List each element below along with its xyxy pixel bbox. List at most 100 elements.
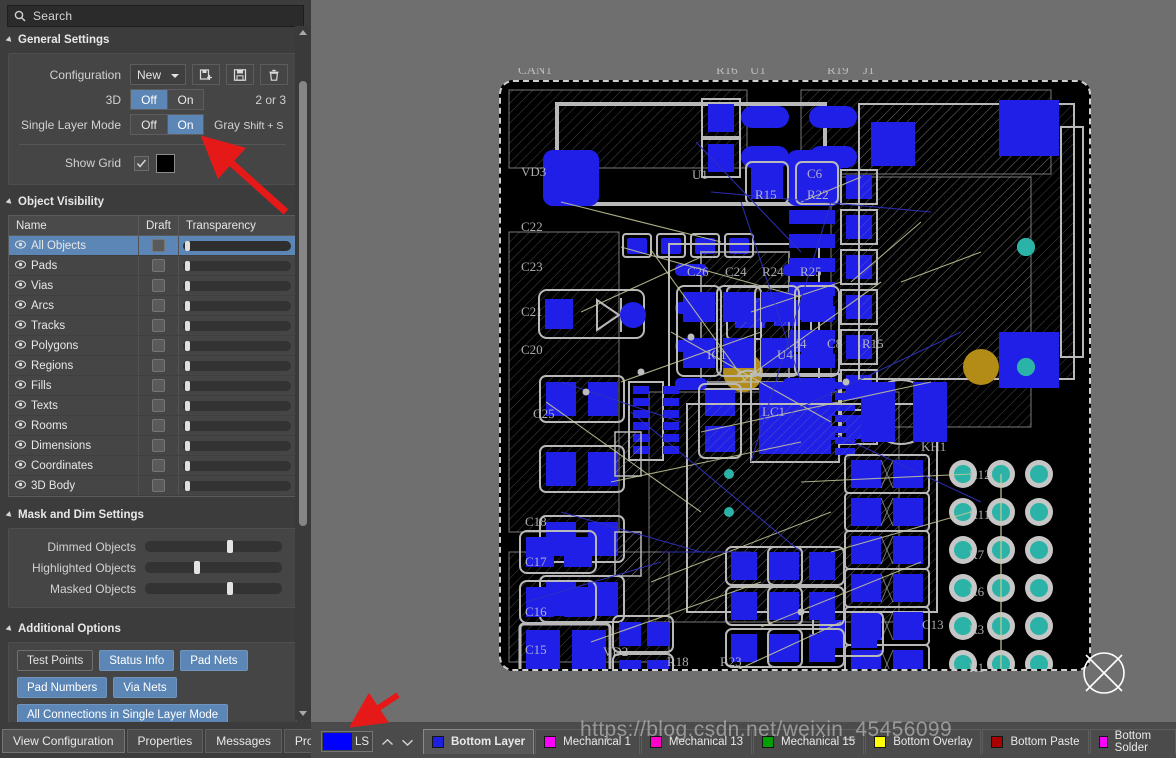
section-header-additional-options[interactable]: Additional Options (0, 620, 311, 638)
single-layer-mode-off-option[interactable]: Off (130, 114, 167, 135)
pcb-canvas[interactable]: CAN1 R16 U1 R19 J1 VD3 U1 R15 R22 C6 C22 C23 C21 C20 C… (311, 0, 1176, 722)
draft-cell[interactable] (139, 316, 179, 335)
3d-on-option[interactable]: On (167, 89, 204, 110)
layer-tab-mechanical-15[interactable]: Mechanical 15 (753, 729, 865, 754)
draft-checkbox[interactable] (152, 359, 165, 372)
section-header-general-settings[interactable]: General Settings (0, 31, 311, 49)
slider-knob[interactable] (185, 360, 190, 371)
table-row[interactable]: Coordinates (9, 456, 296, 476)
slider-knob[interactable] (227, 540, 234, 553)
mask-dim-slider[interactable] (145, 540, 282, 553)
eye-icon[interactable] (15, 259, 26, 272)
table-row[interactable]: Rooms (9, 416, 296, 436)
slider-knob[interactable] (185, 400, 190, 411)
delete-button[interactable] (260, 64, 288, 85)
panel-tab-view-configuration[interactable]: View Configuration (2, 729, 125, 753)
transparency-cell[interactable] (179, 476, 296, 495)
draft-checkbox[interactable] (152, 459, 165, 472)
draft-cell[interactable] (139, 356, 179, 375)
scrollbar-thumb[interactable] (299, 81, 307, 526)
draft-cell[interactable] (139, 476, 179, 495)
transparency-slider[interactable] (183, 320, 291, 331)
transparency-cell[interactable] (179, 276, 296, 295)
grid-color-swatch[interactable] (156, 153, 175, 173)
option-chip[interactable]: Status Info (99, 650, 175, 671)
show-grid-checkbox[interactable] (134, 155, 149, 171)
transparency-slider[interactable] (183, 380, 291, 391)
draft-cell[interactable] (139, 236, 179, 255)
draft-checkbox[interactable] (152, 279, 165, 292)
layer-tab-mechanical-13[interactable]: Mechanical 13 (640, 729, 753, 754)
draft-checkbox[interactable] (152, 379, 165, 392)
eye-icon[interactable] (15, 439, 26, 452)
transparency-slider[interactable] (183, 300, 291, 311)
3d-off-option[interactable]: Off (130, 89, 167, 110)
slider-knob[interactable] (185, 260, 190, 271)
slider-knob[interactable] (227, 582, 234, 595)
table-row[interactable]: Dimensions (9, 436, 296, 456)
current-layer-color-swatch[interactable] (323, 733, 352, 750)
slider-knob[interactable] (185, 300, 190, 311)
option-chip[interactable]: Via Nets (113, 677, 177, 698)
transparency-slider[interactable] (183, 420, 291, 431)
transparency-cell[interactable] (179, 356, 296, 375)
slider-knob[interactable] (185, 460, 190, 471)
eye-icon[interactable] (15, 479, 26, 492)
transparency-slider[interactable] (183, 360, 291, 371)
layer-prev-button[interactable] (379, 734, 395, 750)
draft-checkbox[interactable] (152, 399, 165, 412)
option-chip[interactable]: Pad Nets (180, 650, 248, 671)
option-chip[interactable]: All Connections in Single Layer Mode (17, 704, 229, 722)
transparency-cell[interactable] (179, 336, 296, 355)
slider-knob[interactable] (185, 320, 190, 331)
layer-next-button[interactable] (399, 734, 415, 750)
mask-dim-slider[interactable] (145, 561, 282, 574)
slider-knob[interactable] (185, 240, 190, 251)
panel-tab-messages[interactable]: Messages (205, 729, 282, 753)
draft-checkbox[interactable] (152, 479, 165, 492)
table-row[interactable]: All Objects (9, 236, 296, 256)
layer-tab-mechanical-1[interactable]: Mechanical 1 (535, 729, 640, 754)
panel-scrollbar[interactable] (295, 26, 311, 720)
eye-icon[interactable] (15, 459, 26, 472)
single-layer-mode-on-option[interactable]: On (167, 114, 204, 135)
eye-icon[interactable] (15, 279, 26, 292)
single-layer-mode-toggle[interactable]: Off On (130, 114, 204, 135)
transparency-cell[interactable] (179, 456, 296, 475)
transparency-cell[interactable] (179, 416, 296, 435)
transparency-cell[interactable] (179, 236, 296, 255)
draft-cell[interactable] (139, 436, 179, 455)
slider-knob[interactable] (185, 380, 190, 391)
transparency-slider[interactable] (183, 280, 291, 291)
draft-cell[interactable] (139, 336, 179, 355)
table-row[interactable]: Regions (9, 356, 296, 376)
slider-knob[interactable] (185, 340, 190, 351)
draft-checkbox[interactable] (152, 299, 165, 312)
eye-icon[interactable] (15, 379, 26, 392)
table-row[interactable]: 3D Body (9, 476, 296, 496)
save-as-button[interactable] (192, 64, 220, 85)
mask-dim-slider[interactable] (145, 582, 282, 595)
eye-icon[interactable] (15, 299, 26, 312)
eye-icon[interactable] (15, 339, 26, 352)
draft-checkbox[interactable] (152, 439, 165, 452)
draft-checkbox[interactable] (152, 339, 165, 352)
option-chip[interactable]: Test Points (17, 650, 94, 671)
eye-icon[interactable] (15, 419, 26, 432)
slider-knob[interactable] (185, 420, 190, 431)
transparency-cell[interactable] (179, 436, 296, 455)
transparency-slider[interactable] (183, 400, 291, 411)
slider-knob[interactable] (185, 480, 190, 491)
eye-icon[interactable] (15, 359, 26, 372)
section-header-object-visibility[interactable]: Object Visibility (0, 193, 311, 211)
transparency-slider[interactable] (183, 240, 291, 251)
slider-knob[interactable] (185, 440, 190, 451)
panel-tab-properties[interactable]: Properties (126, 729, 204, 753)
section-header-mask-dim[interactable]: Mask and Dim Settings (0, 506, 311, 524)
slider-knob[interactable] (185, 280, 190, 291)
layer-tab-bottom-overlay[interactable]: Bottom Overlay (865, 729, 982, 754)
transparency-slider[interactable] (183, 460, 291, 471)
draft-checkbox[interactable] (152, 319, 165, 332)
draft-cell[interactable] (139, 296, 179, 315)
transparency-slider[interactable] (183, 440, 291, 451)
